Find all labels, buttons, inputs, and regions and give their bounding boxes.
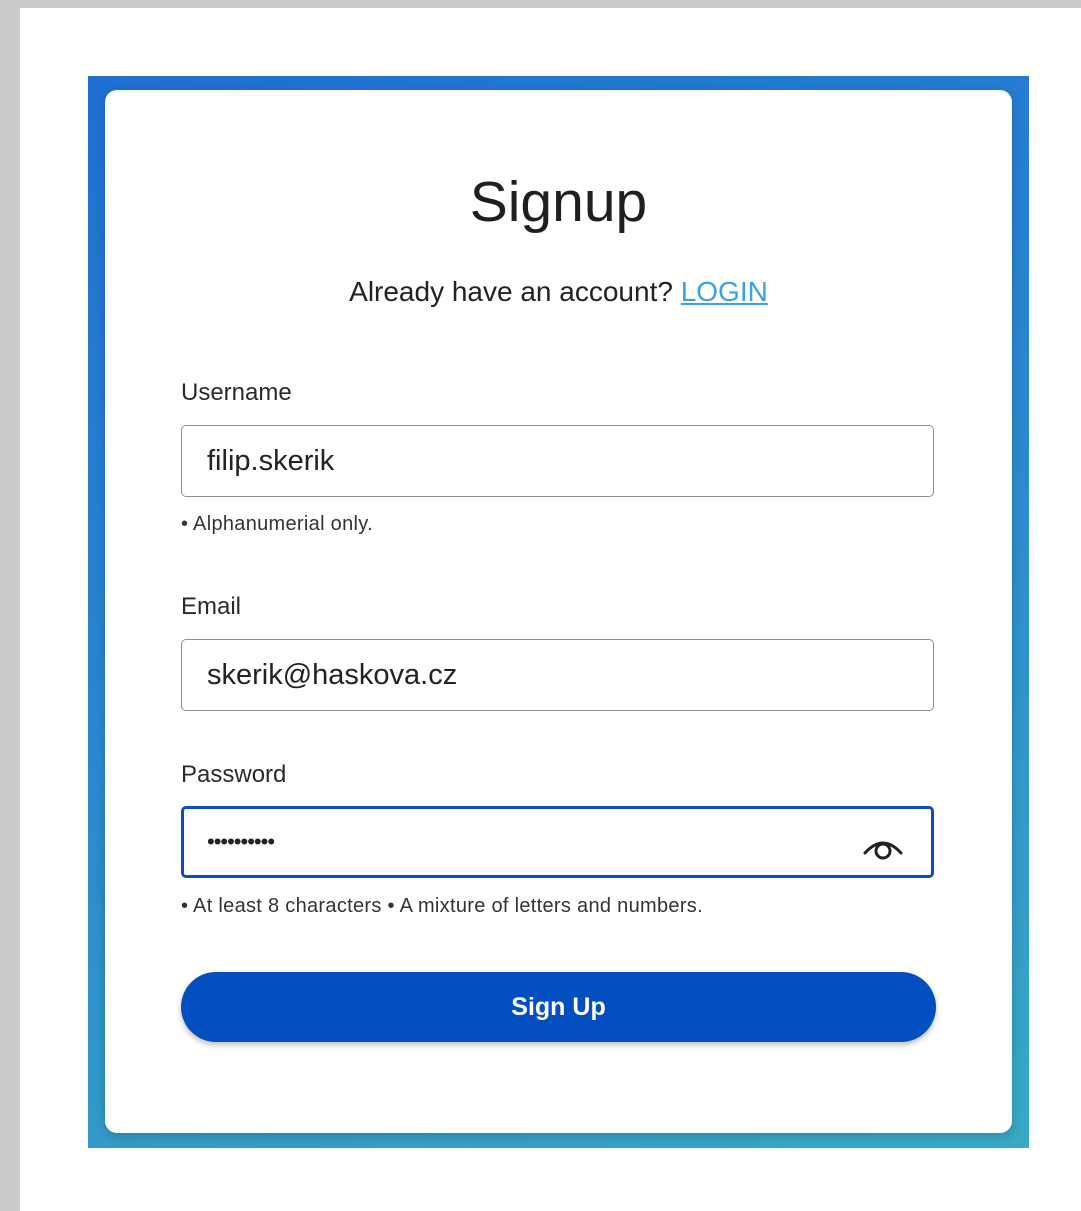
password-input[interactable] bbox=[207, 809, 847, 875]
page-title: Signup bbox=[469, 170, 648, 234]
username-label: Username bbox=[181, 379, 292, 406]
login-prompt: Already have an account? LOGIN bbox=[105, 274, 1012, 310]
username-input[interactable] bbox=[207, 426, 847, 496]
email-input[interactable] bbox=[207, 640, 847, 710]
email-field[interactable] bbox=[181, 639, 934, 711]
login-link[interactable]: LOGIN bbox=[681, 276, 768, 307]
password-label: Password bbox=[181, 761, 287, 788]
sign-up-button[interactable]: Sign Up bbox=[181, 972, 936, 1042]
password-hint: • At least 8 characters • A mixture of l… bbox=[181, 895, 703, 917]
password-field[interactable] bbox=[181, 806, 934, 878]
already-have-account-text: Already have an account? bbox=[349, 276, 673, 307]
username-hint: • Alphanumerial only. bbox=[181, 513, 373, 535]
username-field[interactable] bbox=[181, 425, 934, 497]
email-label: Email bbox=[181, 593, 242, 620]
eye-icon[interactable] bbox=[861, 829, 905, 861]
